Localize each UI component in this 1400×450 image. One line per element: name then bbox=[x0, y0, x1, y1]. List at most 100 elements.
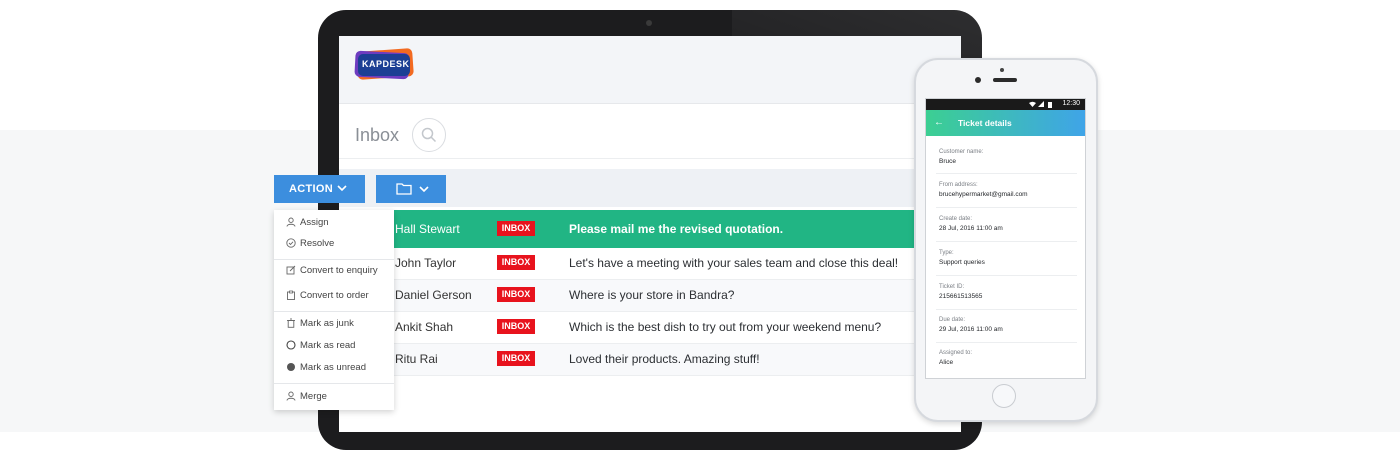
field-divider bbox=[936, 207, 1077, 208]
folder-icon bbox=[396, 183, 412, 195]
user-icon bbox=[286, 217, 296, 227]
menu-item-convert-order[interactable]: Convert to order bbox=[274, 285, 394, 305]
phone-camera bbox=[1000, 68, 1004, 72]
field-value: Bruce bbox=[939, 158, 956, 165]
chevron-down-icon bbox=[419, 186, 429, 193]
ticket-list: Hall Stewart INBOX Please mail me the re… bbox=[339, 210, 961, 376]
clipboard-icon bbox=[287, 290, 295, 300]
back-arrow-icon[interactable]: ← bbox=[934, 117, 944, 128]
ticket-subject: Please mail me the revised quotation. bbox=[569, 222, 784, 236]
phone-sensor bbox=[975, 77, 981, 83]
action-dropdown-button[interactable]: ACTION bbox=[274, 175, 365, 203]
ticket-subject: Loved their products. Amazing stuff! bbox=[569, 352, 760, 366]
menu-item-label: Assign bbox=[300, 217, 329, 228]
field-ticket-id: Ticket ID: 215661513565 bbox=[939, 284, 1074, 300]
status-badge: INBOX bbox=[497, 221, 535, 236]
field-value: brucehypermarket@gmail.com bbox=[939, 191, 1028, 198]
field-divider bbox=[936, 275, 1077, 276]
menu-item-label: Resolve bbox=[300, 238, 335, 249]
check-circle-icon bbox=[286, 238, 296, 248]
menu-item-label: Mark as read bbox=[300, 340, 356, 351]
status-badge: INBOX bbox=[497, 287, 535, 302]
circle-outline-icon bbox=[286, 340, 296, 350]
menu-divider bbox=[274, 311, 394, 312]
status-bar: 12:30 bbox=[926, 99, 1085, 110]
menu-item-assign[interactable]: Assign bbox=[274, 212, 394, 232]
table-row[interactable]: Hall Stewart INBOX Please mail me the re… bbox=[339, 210, 961, 248]
menu-item-label: Mark as unread bbox=[300, 362, 367, 373]
field-value: 215661513565 bbox=[939, 293, 983, 300]
field-create-date: Create date: 28 Jul, 2016 11:00 am bbox=[939, 216, 1074, 232]
menu-item-convert-enquiry[interactable]: Convert to enquiry bbox=[274, 260, 394, 280]
ticket-subject: Which is the best dish to try out from y… bbox=[569, 320, 882, 334]
table-row[interactable]: Ankit Shah INBOX Which is the best dish … bbox=[339, 312, 961, 344]
action-menu: Assign Resolve Convert to enquiry Conver… bbox=[274, 210, 394, 410]
menu-item-label: Mark as junk bbox=[300, 318, 354, 329]
ticket-subject: Where is your store in Bandra? bbox=[569, 288, 735, 302]
action-label: ACTION bbox=[289, 183, 333, 195]
kapdesk-logo[interactable]: KAPDESK bbox=[353, 48, 417, 80]
move-to-folder-button[interactable] bbox=[376, 175, 446, 203]
signal-battery-icon bbox=[1029, 101, 1052, 108]
ticket-customer: Daniel Gerson bbox=[395, 288, 472, 302]
edit-icon bbox=[286, 265, 296, 275]
status-time: 12:30 bbox=[1062, 100, 1080, 107]
ticket-subject: Let's have a meeting with your sales tea… bbox=[569, 256, 899, 270]
field-type: Type: Support queries bbox=[939, 250, 1074, 266]
chevron-down-icon bbox=[337, 185, 347, 192]
field-label: From address: bbox=[939, 182, 978, 188]
ticket-customer: Ankit Shah bbox=[395, 320, 454, 334]
table-row[interactable]: John Taylor INBOX Let's have a meeting w… bbox=[339, 248, 961, 280]
menu-item-label: Convert to enquiry bbox=[300, 265, 378, 276]
field-label: Create date: bbox=[939, 216, 973, 222]
field-divider bbox=[936, 241, 1077, 242]
ticket-customer: Hall Stewart bbox=[395, 222, 460, 236]
ticket-customer: John Taylor bbox=[395, 256, 457, 270]
phone-speaker bbox=[993, 78, 1017, 82]
status-badge: INBOX bbox=[497, 319, 535, 334]
field-divider bbox=[936, 342, 1077, 343]
field-divider bbox=[936, 309, 1077, 310]
menu-item-mark-unread[interactable]: Mark as unread bbox=[274, 357, 394, 377]
menu-item-mark-read[interactable]: Mark as read bbox=[274, 335, 394, 355]
field-value: 29 Jul, 2016 11:00 am bbox=[939, 326, 1003, 333]
page-title: Inbox bbox=[355, 125, 400, 145]
menu-item-merge[interactable]: Merge bbox=[274, 386, 394, 406]
search-button[interactable] bbox=[412, 118, 446, 152]
laptop-camera bbox=[646, 20, 652, 26]
status-badge: INBOX bbox=[497, 351, 535, 366]
menu-item-label: Convert to order bbox=[300, 290, 369, 301]
field-divider bbox=[936, 173, 1077, 174]
menu-item-resolve[interactable]: Resolve bbox=[274, 233, 394, 253]
table-row[interactable]: Daniel Gerson INBOX Where is your store … bbox=[339, 280, 961, 312]
phone-screen: 12:30 ← Ticket details Customer name: Br… bbox=[925, 98, 1086, 379]
field-label: Due date: bbox=[939, 317, 966, 323]
field-value: Alice bbox=[939, 359, 954, 366]
trash-icon bbox=[287, 318, 295, 328]
field-value: 28 Jul, 2016 11:00 am bbox=[939, 225, 1003, 232]
app-bar: ← Ticket details bbox=[926, 110, 1085, 136]
screen-title: Ticket details bbox=[958, 118, 1012, 128]
app-header: KAPDESK bbox=[339, 36, 961, 104]
inbox-bar: Inbox bbox=[339, 114, 961, 159]
menu-divider bbox=[274, 383, 394, 384]
field-due-date: Due date: 29 Jul, 2016 11:00 am bbox=[939, 317, 1074, 333]
table-row[interactable]: Ritu Rai INBOX Loved their products. Ama… bbox=[339, 344, 961, 376]
field-label: Ticket ID: bbox=[939, 284, 965, 290]
menu-item-mark-junk[interactable]: Mark as junk bbox=[274, 313, 394, 333]
ticket-customer: Ritu Rai bbox=[395, 352, 438, 366]
field-from-address: From address: brucehypermarket@gmail.com bbox=[939, 182, 1074, 198]
field-value: Support queries bbox=[939, 259, 985, 266]
field-assigned-to: Assigned to: Alice bbox=[939, 350, 1074, 366]
user-icon bbox=[286, 391, 296, 401]
status-badge: INBOX bbox=[497, 255, 535, 270]
search-icon bbox=[421, 127, 437, 143]
phone-home-button[interactable] bbox=[992, 384, 1016, 408]
field-customer-name: Customer name: Bruce bbox=[939, 149, 1074, 165]
menu-item-label: Merge bbox=[300, 391, 327, 402]
logo-text: KAPDESK bbox=[362, 59, 410, 69]
circle-filled-icon bbox=[287, 363, 295, 371]
laptop-screen: KAPDESK Inbox Hall Stewart INBOX Please … bbox=[339, 36, 961, 432]
field-label: Assigned to: bbox=[939, 350, 973, 356]
field-label: Customer name: bbox=[939, 149, 984, 155]
